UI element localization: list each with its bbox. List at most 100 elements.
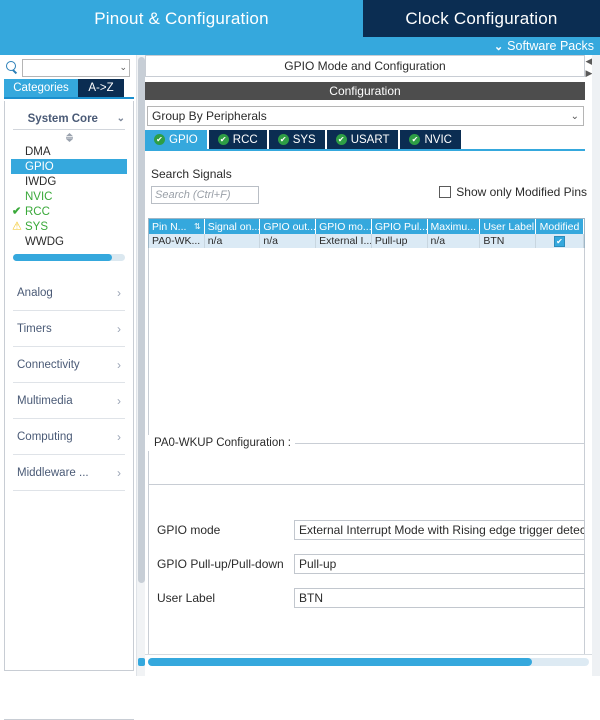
field-value-input[interactable]: BTN [294,588,585,608]
sidebar-item-rcc[interactable]: ✔ RCC [7,204,131,219]
sidebar-vertical-scrollbar[interactable] [136,55,145,676]
sidebar-item-gpio[interactable]: GPIO [11,159,127,174]
field-gpio-mode: GPIO mode External Interrupt Mode with R… [157,520,585,540]
tab-gpio-label: GPIO [169,133,198,146]
column-header-gpio-mode[interactable]: GPIO mo... [316,219,372,234]
sidebar-group-system-core[interactable]: System Core ⌄ [13,108,125,130]
sidebar-item-label: SYS [25,220,49,233]
scroll-nub-glyph [65,132,73,142]
table-row[interactable]: PA0-WK... n/a n/a External I... Pull-up … [149,234,584,248]
sidebar-search-input[interactable]: ⌄ [22,58,130,77]
tab-rcc[interactable]: ✔ RCC [208,130,267,149]
check-circle-icon: ✔ [154,134,165,145]
checkbox-box-icon[interactable] [439,186,452,198]
tab-a-to-z-label: A->Z [88,82,114,94]
sidebar-category-computing[interactable]: Computing › [13,419,125,455]
group-by-select[interactable]: Group By Peripherals ⌄ [147,106,584,126]
sidebar-category-connectivity[interactable]: Connectivity › [13,347,125,383]
cell-gpio-output: n/a [260,234,317,248]
column-header-gpio-pull[interactable]: GPIO Pul... [372,219,428,234]
sidebar-item-label: WWDG [25,235,64,248]
search-signals-input[interactable]: Search (Ctrl+F) [151,186,259,204]
sidebar-search-row: ⌄ [6,58,130,77]
column-header-gpio-output[interactable]: GPIO out... [260,219,317,234]
cell-pin-name: PA0-WK... [149,234,205,248]
scrollbar-thumb[interactable] [148,657,532,666]
pin-config-legend-label: PA0-WKUP Configuration : [154,437,291,449]
chevron-right-icon: › [117,429,121,444]
scrollbar-thumb[interactable] [13,254,112,261]
field-value-input[interactable]: External Interrupt Mode with Rising edge… [294,520,585,540]
sidebar-horizontal-scrollbar[interactable] [13,254,125,261]
scroll-up-nub-icon[interactable] [5,130,133,144]
main-vertical-scrollbar[interactable] [592,55,600,676]
warning-triangle-icon: ⚠ [12,220,22,232]
chevron-right-icon: › [117,321,121,336]
check-circle-icon: ✔ [217,134,229,145]
tab-clock-configuration[interactable]: Clock Configuration [363,0,600,37]
chevron-down-icon: ⌄ [116,113,125,124]
top-header-bar: Pinout & Configuration Clock Configurati… [0,0,600,55]
sidebar-category-middleware[interactable]: Middleware ... › [13,455,125,491]
sidebar-item-sys[interactable]: ⚠ SYS [7,219,131,234]
chevron-right-icon: › [117,357,121,372]
chevron-down-icon: ⌄ [493,40,504,53]
cell-text: External I... [319,235,372,247]
sidebar-item-label: GPIO [25,160,54,173]
column-header-maximum-speed[interactable]: Maximu... [428,219,481,234]
field-label: GPIO Pull-up/Pull-down [157,557,284,571]
gpio-mode-title: GPIO Mode and Configuration [145,55,585,77]
column-header-label: Modified [539,220,580,233]
cell-user-label: BTN [480,234,537,248]
group-by-value: Group By Peripherals [152,109,267,123]
column-header-signal-on[interactable]: Signal on... [205,219,261,234]
sidebar-category-label: Timers [17,322,52,335]
table-header-row: Pin N... ⇅ Signal on... GPIO out... GPIO… [149,219,584,234]
sidebar-category-multimedia[interactable]: Multimedia › [13,383,125,419]
column-header-label: Signal on... [207,220,261,233]
sidebar-item-dma[interactable]: DMA [7,144,131,159]
cell-maximum-speed: n/a [428,234,481,248]
search-icon [6,61,19,74]
column-header-pin-name[interactable]: Pin N... ⇅ [149,219,205,234]
scrollbar-thumb[interactable] [138,57,145,583]
cell-modified[interactable]: ✔ [536,234,584,248]
configuration-title-label: Configuration [329,84,401,98]
search-signals-placeholder: Search (Ctrl+F) [155,189,231,201]
sidebar-tabs: Categories A->Z [4,79,134,99]
sidebar-item-label: RCC [25,205,50,218]
main-horizontal-scrollbar[interactable] [145,654,592,668]
sidebar-category-label: Connectivity [17,358,80,371]
tab-gpio[interactable]: ✔ GPIO [145,130,207,149]
field-label: User Label [157,591,216,605]
tab-usart[interactable]: ✔ USART [326,130,399,149]
sidebar-item-iwdg[interactable]: IWDG [7,174,131,189]
gpio-mode-title-label: GPIO Mode and Configuration [284,59,446,73]
check-circle-icon: ✔ [335,134,347,145]
show-modified-pins-checkbox[interactable]: Show only Modified Pins [439,185,587,199]
sidebar-category-analog[interactable]: Analog › [13,275,125,311]
tab-usart-label: USART [350,133,390,146]
column-header-label: User Label [483,220,535,233]
tab-pinout-label: Pinout & Configuration [94,8,269,28]
sidebar-item-wwdg[interactable]: WWDG [7,234,131,249]
tab-pinout-configuration[interactable]: Pinout & Configuration [0,0,363,37]
tab-categories[interactable]: Categories [4,79,78,97]
sidebar-category-timers[interactable]: Timers › [13,311,125,347]
field-value-input[interactable]: Pull-up [294,554,585,574]
main-panel: GPIO Mode and Configuration Configuratio… [145,55,592,676]
checkbox-checked-icon[interactable]: ✔ [554,235,565,247]
tab-a-to-z[interactable]: A->Z [78,79,124,97]
cell-gpio-pull: Pull-up [372,234,428,248]
software-packs-menu[interactable]: ⌄ Software Packs [494,37,594,55]
tab-nvic[interactable]: ✔ NVIC [400,130,461,149]
cell-text: n/a [430,235,446,247]
scrollbar-track[interactable] [148,657,589,666]
check-circle-icon: ✔ [277,134,289,145]
scrollbar-nub[interactable] [138,658,145,666]
column-header-user-label[interactable]: User Label [480,219,537,234]
tab-sys[interactable]: ✔ SYS [268,130,325,149]
sidebar-item-nvic[interactable]: NVIC [7,189,131,204]
column-header-modified[interactable]: Modified [536,219,584,234]
sidebar-category-label: Analog [17,286,53,299]
